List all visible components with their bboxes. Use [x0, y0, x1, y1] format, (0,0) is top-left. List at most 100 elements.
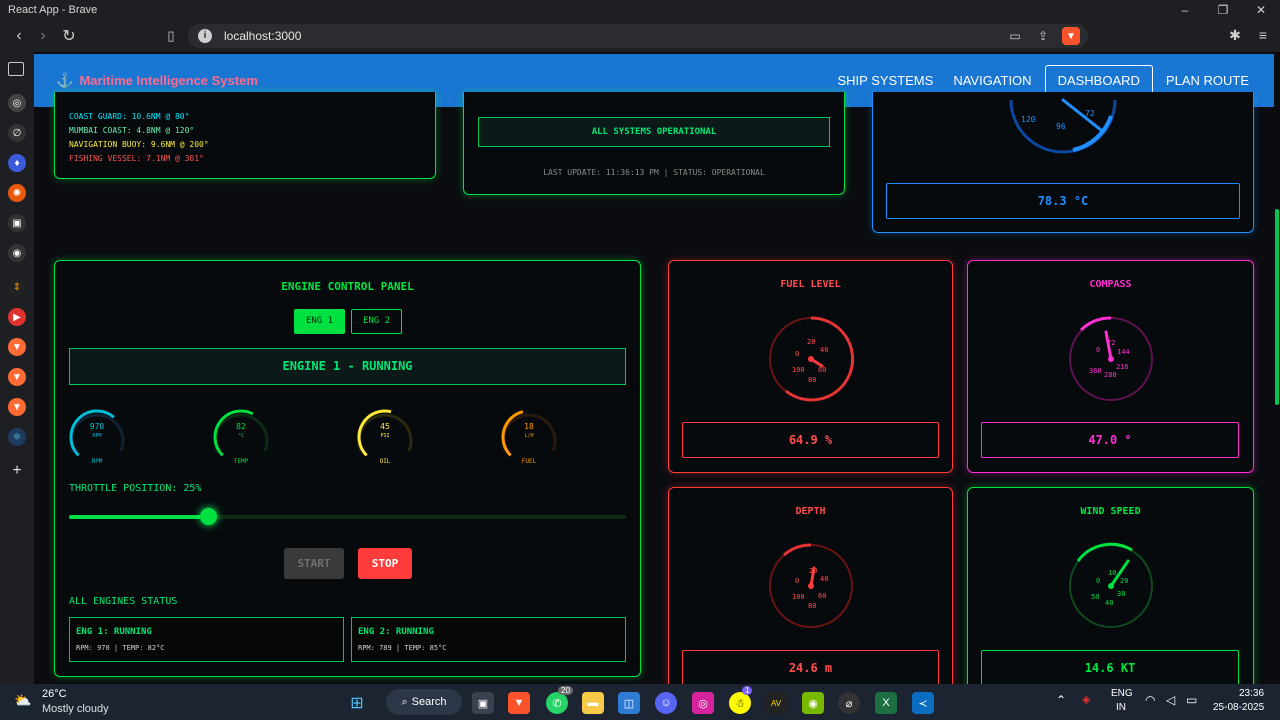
browser-sidebar: ◎ ∅ ♦ ✺ ▣ ◉ ⇕ ▶ ▼ ▼ ▼ ⚛ + [0, 52, 34, 684]
temp-value: 82 [236, 422, 246, 431]
youtube-icon[interactable]: ▶ [8, 308, 26, 326]
nvidia-icon[interactable]: ◉ [802, 692, 824, 714]
window-titlebar: React App - Brave – ❐ ✕ [0, 0, 1280, 20]
all-engines-status-label: ALL ENGINES STATUS [69, 596, 178, 607]
compass-gauge: 0 72 144 216 288 360 [1069, 316, 1153, 401]
discord-icon[interactable]: ☺ [655, 692, 677, 714]
brand[interactable]: ⚓ Maritime Intelligence System [56, 72, 258, 89]
temperature-gauge: 72 120 96 [1009, 98, 1117, 154]
contacts-list: COAST GUARD: 10.6NM @ 80° MUMBAI COAST: … [69, 110, 209, 166]
react-icon[interactable]: ⚛ [8, 428, 26, 446]
tray-app-icon[interactable]: ◈ [1082, 693, 1090, 706]
menu-icon[interactable]: ≡ [1254, 26, 1272, 44]
search-icon: ⌕ [401, 695, 408, 708]
tray-overflow-icon[interactable]: ⌃ [1056, 693, 1066, 707]
tab-eng-2[interactable]: ENG 2 [351, 309, 402, 334]
claude-icon[interactable]: ✺ [8, 184, 26, 202]
sidebar-toggle-icon[interactable] [8, 62, 24, 76]
compass-readout: 47.0 ° [981, 422, 1239, 458]
reload-icon[interactable]: ↻ [56, 23, 82, 49]
extensions-icon[interactable]: ✱ [1226, 26, 1244, 44]
gauge-label: 96 [1056, 122, 1066, 131]
store-icon[interactable]: ◫ [618, 692, 640, 714]
engine-1-status-title: ENG 1: RUNNING [76, 627, 152, 637]
wifi-icon[interactable]: ◠ [1145, 693, 1155, 707]
tab-eng-1[interactable]: ENG 1 [294, 309, 345, 334]
engine-panel-title: ENGINE CONTROL PANEL [281, 280, 414, 293]
instagram-icon[interactable]: ◎ [692, 692, 714, 714]
throttle-slider-handle[interactable] [200, 508, 218, 525]
bird-app-icon[interactable]: ♦ [8, 154, 26, 172]
start-button[interactable]: START [284, 548, 344, 579]
weather-temperature: 26°C [42, 688, 67, 700]
contact-item: MUMBAI COAST: 4.8NM @ 120° [69, 126, 195, 135]
maximize-icon[interactable]: ❐ [1204, 0, 1242, 20]
temp-mini-gauge: 82 °C TEMP [211, 407, 271, 467]
snapchat-icon[interactable]: ☃ [729, 692, 751, 714]
engine-1-status-card: ENG 1: RUNNING RPM: 970 | TEMP: 82°C [69, 617, 344, 662]
contact-item: NAVIGATION BUOY: 9.6NM @ 200° [69, 140, 209, 149]
gauge-label: 288 [1104, 371, 1117, 379]
rpm-label: RPM [92, 458, 103, 465]
contact-item: COAST GUARD: 10.6NM @ 80° [69, 112, 190, 121]
gauge-label: 20 [807, 338, 815, 346]
url-text: localhost:3000 [224, 29, 302, 43]
engine-2-status-card: ENG 2: RUNNING RPM: 789 | TEMP: 85°C [351, 617, 626, 662]
app-icon[interactable]: ▣ [8, 214, 26, 232]
bookmark-icon[interactable]: ▯ [158, 23, 184, 49]
game-app-icon[interactable]: AV [765, 692, 787, 714]
gauge-label: 40 [820, 575, 828, 583]
engine-control-panel: ENGINE CONTROL PANEL ENG 1 ENG 2 ENGINE … [54, 260, 641, 677]
vscode-icon[interactable]: ≺ [912, 692, 934, 714]
depth-gauge: 0 20 40 60 80 100 [769, 543, 853, 628]
forward-arrow-icon[interactable]: › [30, 23, 56, 49]
file-explorer-icon[interactable]: ▬ [582, 692, 604, 714]
temperature-card: 72 120 96 78.3 °C [872, 92, 1254, 233]
add-icon[interactable]: + [8, 462, 26, 480]
taskbar-search[interactable]: ⌕ Search [386, 689, 462, 715]
clock-time[interactable]: 23:36 [1239, 688, 1264, 699]
scrollbar-thumb[interactable] [1275, 209, 1279, 405]
throttle-label: THROTTLE POSITION: 25% [69, 483, 202, 494]
rpm-mini-gauge: 970 RPM RPM [67, 407, 127, 467]
cast-icon[interactable]: ▭ [1006, 27, 1024, 45]
compass-app-icon[interactable]: ∅ [8, 124, 26, 142]
brave-taskbar-icon[interactable]: ▼ [508, 692, 530, 714]
throttle-slider[interactable] [69, 515, 626, 519]
brave-icon-1[interactable]: ▼ [8, 338, 26, 356]
app-viewport: ⚓ Maritime Intelligence System SHIP SYST… [34, 52, 1274, 684]
brave-shields-icon[interactable]: ▼ [1062, 27, 1080, 45]
share-icon[interactable]: ⇪ [1034, 27, 1052, 45]
close-icon[interactable]: ✕ [1242, 0, 1280, 20]
systems-card: ALL SYSTEMS OPERATIONAL LAST UPDATE: 11:… [463, 92, 845, 195]
cloudy-weather-icon: ⛅ [14, 692, 32, 708]
chatgpt-icon[interactable]: ◎ [8, 94, 26, 112]
brand-title: Maritime Intelligence System [79, 73, 258, 88]
gauge-label: 30 [1117, 590, 1125, 598]
page-scrollbar[interactable] [1274, 52, 1280, 684]
temp-unit: °C [238, 433, 244, 439]
back-arrow-icon[interactable]: ‹ [6, 23, 32, 49]
brave-icon-3[interactable]: ▼ [8, 398, 26, 416]
stop-button[interactable]: STOP [358, 548, 412, 579]
depth-readout: 24.6 m [682, 650, 939, 684]
whatsapp-icon[interactable]: ✆ [546, 692, 568, 714]
minimize-icon[interactable]: – [1166, 0, 1204, 20]
fuel-label: FUEL [522, 458, 537, 465]
app-icon[interactable]: ⌀ [838, 692, 860, 714]
language-code[interactable]: ENG [1111, 688, 1133, 699]
toolbar-right: ✱ ≡ [1226, 26, 1272, 44]
site-info-icon[interactable]: i [198, 29, 212, 43]
task-view-icon[interactable]: ▣ [472, 692, 494, 714]
windows-start-icon[interactable]: ⊞ [346, 692, 368, 714]
wind-speed-readout: 14.6 KT [981, 650, 1239, 684]
brave-icon-2[interactable]: ▼ [8, 368, 26, 386]
excel-icon[interactable]: X [875, 692, 897, 714]
address-bar[interactable]: i localhost:3000 ▭ ⇪ ▼ [188, 24, 1088, 48]
openai-icon[interactable]: ◉ [8, 244, 26, 262]
gauge-label: 80 [808, 602, 816, 610]
speaker-icon[interactable]: ◁ [1166, 693, 1175, 707]
arrows-icon[interactable]: ⇕ [8, 278, 26, 296]
anchor-icon: ⚓ [56, 72, 74, 88]
battery-icon[interactable]: ▭ [1186, 693, 1197, 707]
